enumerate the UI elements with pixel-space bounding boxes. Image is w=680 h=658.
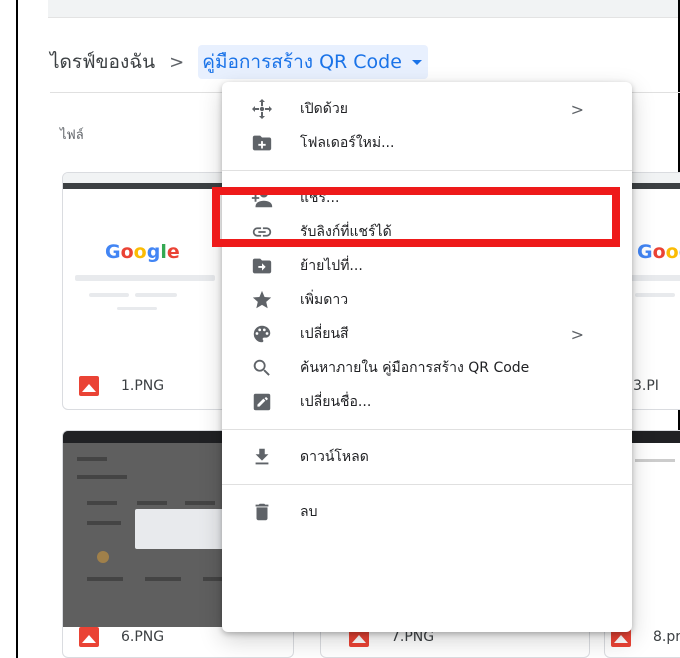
menu-divider xyxy=(222,170,632,171)
download-icon xyxy=(250,445,274,469)
menu-item-download[interactable]: ดาวน์โหลด xyxy=(222,440,632,474)
menu-item-label: เปลี่ยนชื่อ... xyxy=(300,394,372,410)
menu-divider xyxy=(222,429,632,430)
breadcrumb-separator: > xyxy=(169,51,185,73)
google-logo: Google xyxy=(105,241,180,263)
menu-item-label: รับลิงก์ที่แชร์ได้ xyxy=(300,224,392,240)
text-mock xyxy=(117,307,157,310)
menu-item-label: ลบ xyxy=(300,504,318,520)
rename-icon xyxy=(250,390,274,414)
menu-item-label: แชร์... xyxy=(300,190,340,206)
file-name: 6.PNG xyxy=(121,629,165,645)
new-folder-icon xyxy=(250,131,274,155)
submenu-arrow-icon: > xyxy=(570,324,584,344)
trash-icon xyxy=(250,500,274,524)
files-section-label: ไฟล์ xyxy=(60,128,84,143)
palette-icon xyxy=(250,322,274,346)
menu-item-label: เปิดด้วย xyxy=(300,101,348,117)
menu-item-open-with[interactable]: เปิดด้วย > xyxy=(222,92,632,126)
button-mock xyxy=(635,293,675,297)
google-logo: Goog xyxy=(637,241,680,263)
chevron-down-icon xyxy=(411,59,422,65)
file-name: 1.PNG xyxy=(121,378,165,394)
image-file-icon xyxy=(79,627,99,647)
breadcrumb-my-drive[interactable]: ไดรฟ์ของฉัน xyxy=(50,47,155,77)
folder-context-menu: เปิดด้วย > โฟลเดอร์ใหม่... แชร์... รับลิ… xyxy=(222,82,632,632)
breadcrumb: ไดรฟ์ของฉัน > คู่มือการสร้าง QR Code xyxy=(50,45,428,79)
link-icon xyxy=(250,220,274,244)
menu-item-label: เปลี่ยนสี xyxy=(300,326,349,342)
search-icon xyxy=(250,356,274,380)
menu-item-share[interactable]: แชร์... xyxy=(222,181,632,215)
menu-item-delete[interactable]: ลบ xyxy=(222,495,632,529)
menu-item-label: ค้นหาภายใน คู่มือการสร้าง QR Code xyxy=(300,360,530,376)
star-icon xyxy=(250,288,274,312)
menu-item-label: เพิ่มดาว xyxy=(300,292,349,308)
breadcrumb-current-folder[interactable]: คู่มือการสร้าง QR Code xyxy=(198,45,428,79)
button-mock xyxy=(135,293,177,297)
menu-item-change-color[interactable]: เปลี่ยนสี > xyxy=(222,317,632,351)
menu-item-rename[interactable]: เปลี่ยนชื่อ... xyxy=(222,385,632,419)
menu-item-new-folder[interactable]: โฟลเดอร์ใหม่... xyxy=(222,126,632,160)
submenu-arrow-icon: > xyxy=(570,99,584,119)
breadcrumb-current-label: คู่มือการสร้าง QR Code xyxy=(202,51,402,73)
top-toolbar-strip xyxy=(48,0,678,18)
menu-divider xyxy=(222,484,632,485)
menu-item-label: โฟลเดอร์ใหม่... xyxy=(300,135,395,151)
menu-item-get-link[interactable]: รับลิงก์ที่แชร์ได้ xyxy=(222,215,632,249)
search-box-mock xyxy=(75,275,215,281)
move-icon xyxy=(250,254,274,278)
menu-item-label: ดาวน์โหลด xyxy=(300,449,369,465)
image-file-icon xyxy=(79,376,99,396)
button-mock xyxy=(89,293,129,297)
menu-item-add-star[interactable]: เพิ่มดาว xyxy=(222,283,632,317)
menu-item-search-within[interactable]: ค้นหาภายใน คู่มือการสร้าง QR Code xyxy=(222,351,632,385)
menu-item-label: ย้ายไปที่... xyxy=(300,258,363,274)
file-name: 3.PI xyxy=(633,378,659,394)
file-name: 8.pr xyxy=(653,629,680,645)
menu-item-move-to[interactable]: ย้ายไปที่... xyxy=(222,249,632,283)
share-icon xyxy=(250,186,274,210)
open-with-icon xyxy=(250,97,274,121)
